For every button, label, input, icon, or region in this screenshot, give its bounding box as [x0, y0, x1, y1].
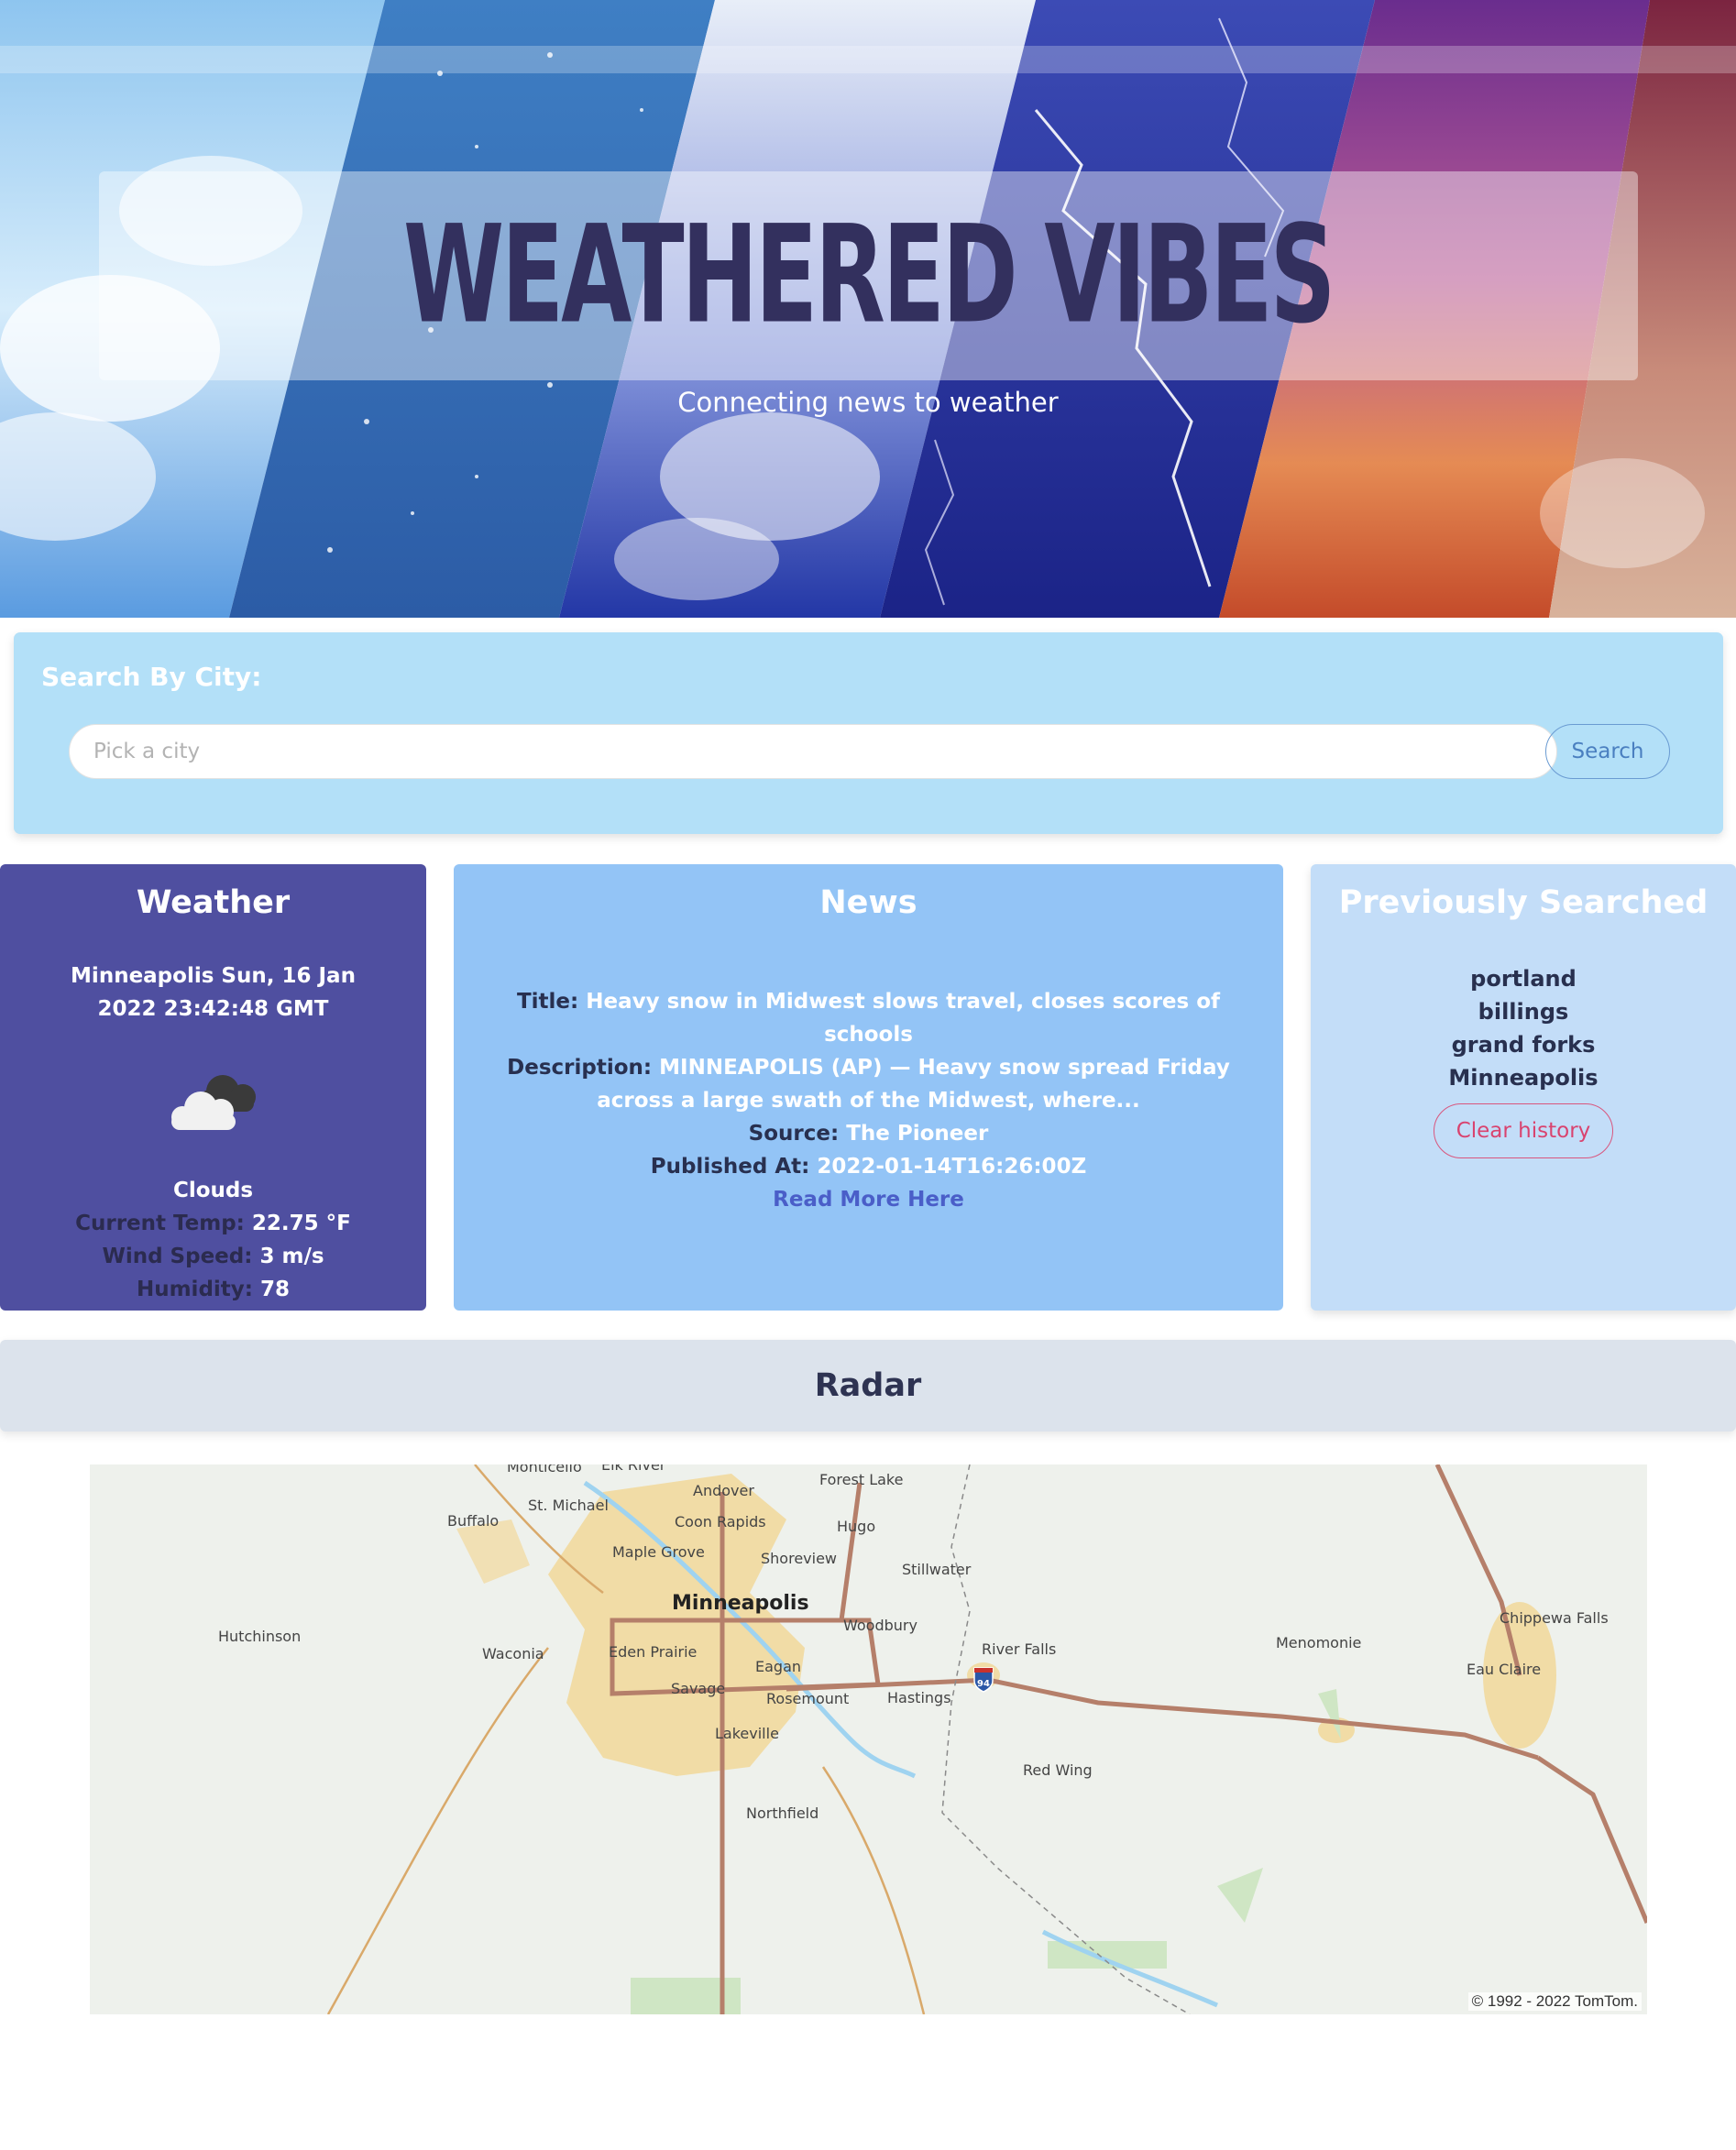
map-place-label: Lakeville [715, 1725, 779, 1742]
map-place-label: Chippewa Falls [1500, 1609, 1609, 1627]
map-place-label: River Falls [982, 1640, 1056, 1658]
map-place-label: Monticello [507, 1464, 582, 1475]
map-place-label: Elk River [601, 1464, 666, 1474]
map-place-label: Shoreview [761, 1550, 837, 1567]
search-heading: Search By City: [41, 662, 262, 692]
history-item[interactable]: Minneapolis [1311, 1061, 1736, 1094]
search-card: Search By City: Search [14, 632, 1723, 834]
map-place-label: Eden Prairie [609, 1643, 697, 1661]
article-published-label: Published At: [650, 1155, 810, 1179]
temp-label: Current Temp: [75, 1212, 245, 1235]
weather-card: Weather Minneapolis Sun, 16 Jan 2022 23:… [0, 864, 426, 1311]
map-place-label: Andover [693, 1482, 754, 1499]
radar-header: Radar [0, 1340, 1736, 1432]
wind-value: 3 m/s [259, 1245, 324, 1268]
news-title: News [819, 884, 917, 921]
history-title: Previously Searched [1338, 884, 1709, 921]
map-canvas[interactable]: 94 Monticello Elk River Andover Forest Lake… [90, 1464, 1647, 2014]
read-more-link[interactable]: Read More Here [773, 1188, 964, 1212]
map-place-label: Buffalo [447, 1512, 499, 1530]
radar-title: Radar [814, 1367, 922, 1404]
map-place-label: Eau Claire [1467, 1661, 1541, 1678]
article-description: MINNEAPOLIS (AP) — Heavy snow spread Fri… [597, 1056, 1230, 1113]
humidity-label: Humidity: [136, 1278, 253, 1301]
clear-history-button[interactable]: Clear history [1434, 1103, 1613, 1158]
article-published: 2022-01-14T16:26:00Z [817, 1155, 1087, 1179]
svg-text:94: 94 [977, 1679, 990, 1689]
clouds-icon [170, 1075, 256, 1130]
map-place-label: Red Wing [1023, 1761, 1093, 1779]
map-attribution: © 1992 - 2022 TomTom. [1467, 1992, 1642, 2011]
hero-banner: WEATHERED VIBES Connecting news to weath… [0, 0, 1736, 618]
map-place-label: Hutchinson [218, 1628, 301, 1645]
article-title-label: Title: [516, 990, 579, 1014]
temp-value: 22.75 °F [251, 1212, 351, 1235]
map-place-label: Stillwater [902, 1561, 972, 1578]
map-place-label: Rosemount [766, 1690, 849, 1707]
wind-label: Wind Speed: [102, 1245, 253, 1268]
article-title: Heavy snow in Midwest slows travel, clos… [586, 990, 1221, 1047]
map-place-label: Woodbury [843, 1617, 917, 1634]
map-place-label: Savage [671, 1680, 725, 1697]
map-place-label: Eagan [755, 1658, 801, 1675]
weather-details: Clouds Current Temp: 22.75 °F Wind Speed… [0, 1174, 426, 1306]
news-card: News Title: Heavy snow in Midwest slows … [454, 864, 1283, 1311]
article-source: The Pioneer [846, 1122, 989, 1146]
map-place-label: Coon Rapids [675, 1513, 766, 1530]
history-item[interactable]: grand forks [1311, 1028, 1736, 1061]
weather-title: Weather [136, 884, 291, 921]
map-place-label: Menomonie [1276, 1634, 1361, 1651]
city-search-input[interactable] [69, 724, 1557, 779]
history-card: Previously Searched portland billings gr… [1311, 864, 1736, 1311]
history-list: portland billings grand forks Minneapoli… [1311, 962, 1736, 1094]
site-subtitle: Connecting news to weather [677, 387, 1059, 418]
map-place-label: Northfield [746, 1804, 819, 1822]
article-source-label: Source: [748, 1122, 840, 1146]
humidity-value: 78 [260, 1278, 291, 1301]
history-item[interactable]: portland [1311, 962, 1736, 995]
map-place-label: St. Michael [528, 1497, 609, 1514]
interstate-shield-icon: 94 [973, 1667, 994, 1693]
weather-condition: Clouds [172, 1179, 254, 1202]
map-place-label: Hastings [887, 1689, 951, 1706]
search-button[interactable]: Search [1545, 724, 1670, 779]
history-item[interactable]: billings [1311, 995, 1736, 1028]
map-place-label: Forest Lake [819, 1471, 903, 1488]
radar-map[interactable]: 94 Monticello Elk River Andover Forest Lake… [90, 1464, 1647, 2014]
map-place-label: Waconia [482, 1645, 544, 1662]
map-place-label: Minneapolis [672, 1592, 809, 1615]
map-place-label: Hugo [837, 1518, 875, 1535]
map-place-label: Maple Grove [612, 1543, 705, 1561]
weather-city-date: Minneapolis Sun, 16 Jan 2022 23:42:48 GM… [71, 964, 356, 1021]
site-title: WEATHERED VIBES [403, 196, 1335, 355]
title-panel: WEATHERED VIBES [99, 171, 1638, 380]
news-article: Title: Heavy snow in Midwest slows trave… [493, 985, 1245, 1216]
article-description-label: Description: [507, 1056, 653, 1080]
